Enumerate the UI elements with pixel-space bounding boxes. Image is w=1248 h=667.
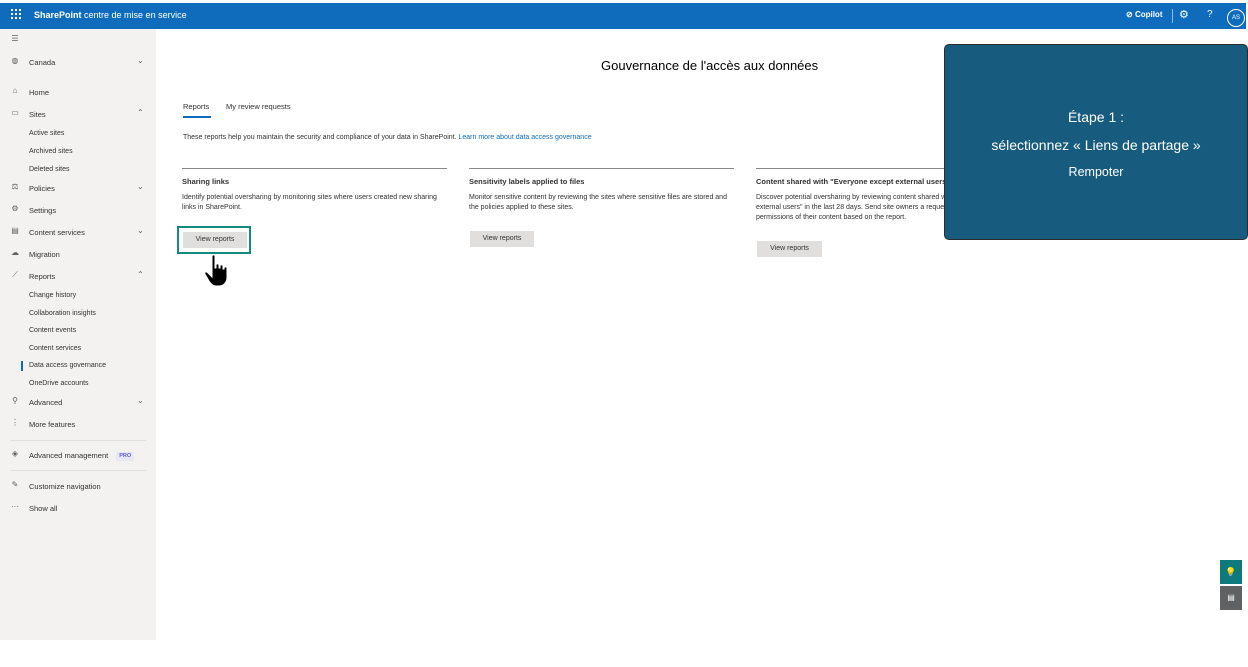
sites-icon: ▭ — [11, 108, 19, 117]
settings-icon: ⚙ — [11, 204, 19, 213]
card-description: Monitor sensitive content by reviewing t… — [469, 194, 727, 211]
advanced-icon: ⚲ — [12, 396, 18, 405]
card-divider — [182, 168, 447, 169]
sidebar-item-label: Home — [29, 88, 50, 97]
copilot-icon: ⊘ — [1126, 10, 1133, 19]
sidebar: ☰ ◍ Canada ⌄ ⌂ Home ▭ Sites ⌃ Active sit… — [0, 29, 156, 640]
card-divider — [469, 168, 734, 169]
chevron-down-icon: ⌄ — [137, 182, 144, 191]
sidebar-subitem-archived-sites[interactable]: Archived sites — [29, 148, 73, 155]
sidebar-item-label: Migration — [29, 250, 60, 259]
sidebar-subitem-deleted-sites[interactable]: Deleted sites — [29, 166, 69, 173]
learn-more-link[interactable]: Learn more about data access governance — [459, 134, 592, 141]
chart-icon: ⟋ — [12, 270, 18, 279]
copilot-button[interactable]: ⊘ Copilot — [1126, 10, 1162, 19]
pencil-icon: ✎ — [11, 480, 19, 489]
sidebar-item-label: Sites — [29, 110, 46, 119]
sidebar-item-label: Advanced management PRO — [29, 451, 135, 461]
policies-icon: ⚖ — [11, 182, 19, 191]
diamond-icon: ◈ — [11, 449, 19, 458]
sidebar-subitem-data-access-governance[interactable]: Data access governance — [29, 362, 106, 369]
sidebar-subitem-onedrive-accounts[interactable]: OneDrive accounts — [29, 380, 89, 387]
sidebar-item-more-features[interactable]: ⋮ More features — [0, 417, 156, 433]
callout-instruction: sélectionnez « Liens de partage » — [991, 137, 1201, 153]
chevron-down-icon: ⌄ — [137, 226, 144, 235]
sidebar-item-label: Show all — [29, 504, 58, 513]
copilot-label: Copilot — [1134, 10, 1163, 19]
sidebar-item-settings[interactable]: ⚙ Settings — [0, 203, 156, 219]
hand-pointer-icon — [204, 254, 230, 293]
sidebar-subitem-collaboration-insights[interactable]: Collaboration insights — [29, 310, 96, 317]
sidebar-item-label: Policies — [29, 184, 55, 193]
sidebar-item-show-all[interactable]: ··· Show all — [0, 501, 156, 517]
sidebar-item-advanced-management[interactable]: ◈ Advanced management PRO — [0, 448, 156, 464]
card-title: Sharing links — [182, 177, 230, 186]
cloud-icon: ☁ — [11, 248, 19, 257]
sidebar-subitem-content-services[interactable]: Content services — [29, 345, 81, 352]
card-description: Identify potential oversharing by monito… — [182, 194, 437, 211]
waffle-icon[interactable] — [11, 9, 21, 19]
sidebar-item-region[interactable]: ◍ Canada ⌄ — [0, 55, 156, 71]
sidebar-item-policies[interactable]: ⚖ Policies ⌄ — [0, 181, 156, 197]
card-sharing-links: Sharing links Identify potential oversha… — [182, 168, 447, 248]
feedback-lightbulb-icon[interactable]: 💡 — [1220, 560, 1242, 584]
sidebar-subitem-content-events[interactable]: Content events — [29, 327, 76, 334]
sidebar-item-advanced[interactable]: ⚲ Advanced ⌄ — [0, 395, 156, 411]
active-indicator — [21, 361, 23, 371]
content-services-icon: ▤ — [11, 226, 19, 235]
card-title: Sensitivity labels applied to files — [469, 177, 585, 186]
chat-icon[interactable]: ▤ — [1220, 586, 1242, 610]
sidebar-subitem-change-history[interactable]: Change history — [29, 292, 76, 299]
app-title[interactable]: SharePoint centre de mise en service — [34, 10, 187, 20]
more-vertical-icon: ⋮ — [11, 418, 19, 427]
sidebar-subitem-active-sites[interactable]: Active sites — [29, 130, 64, 137]
chevron-up-icon: ⌃ — [137, 270, 144, 279]
hamburger-menu[interactable]: ☰ — [0, 33, 156, 49]
intro-sentence: These reports help you maintain the secu… — [183, 134, 457, 141]
sidebar-item-content-services[interactable]: ▤ Content services ⌄ — [0, 225, 156, 241]
view-reports-button[interactable]: View reports — [757, 241, 822, 257]
sidebar-item-label: Canada — [29, 58, 56, 67]
sidebar-item-label: Customize navigation — [29, 482, 101, 491]
sidebar-item-customize-navigation[interactable]: ✎ Customize navigation — [0, 479, 156, 495]
app-title-rest: centre de mise en service — [84, 10, 187, 20]
view-reports-button[interactable]: View reports — [470, 231, 534, 247]
chevron-down-icon: ⌄ — [137, 56, 144, 65]
home-icon: ⌂ — [12, 86, 18, 95]
sidebar-item-reports[interactable]: ⟋ Reports ⌃ — [0, 269, 156, 285]
ellipsis-icon: ··· — [11, 502, 19, 511]
intro-text: These reports help you maintain the secu… — [183, 134, 592, 141]
sidebar-divider — [10, 440, 146, 441]
callout-step: Étape 1 : — [1067, 109, 1125, 125]
sidebar-item-migration[interactable]: ☁ Migration — [0, 247, 156, 263]
top-bar: SharePoint centre de mise en service ⊘ C… — [0, 3, 1246, 29]
sidebar-divider — [10, 470, 146, 471]
sidebar-item-label: Content services — [29, 228, 85, 237]
tab-active-underline — [183, 116, 211, 118]
globe-icon: ◍ — [11, 56, 19, 65]
chevron-down-icon: ⌄ — [137, 396, 144, 405]
callout-note: Rempoter — [1068, 165, 1124, 179]
hamburger-icon: ☰ — [11, 34, 19, 43]
sidebar-item-label: Settings — [29, 206, 57, 215]
sidebar-item-label: More features — [29, 420, 76, 429]
app-title-bold: SharePoint — [34, 10, 82, 20]
gear-icon[interactable]: ⚙ — [1179, 8, 1189, 21]
sidebar-item-sites[interactable]: ▭ Sites ⌃ — [0, 107, 156, 123]
sidebar-item-home[interactable]: ⌂ Home — [0, 85, 156, 101]
sidebar-item-label: Reports — [29, 272, 56, 281]
topbar-divider — [1172, 9, 1173, 23]
page-title: Gouvernance de l'accès aux données — [601, 58, 819, 73]
card-sensitivity-labels: Sensitivity labels applied to files Moni… — [469, 168, 734, 247]
help-icon[interactable]: ? — [1207, 9, 1213, 20]
chevron-up-icon: ⌃ — [137, 108, 144, 117]
tab-reports[interactable]: Reports — [183, 102, 209, 111]
avatar[interactable]: AS — [1227, 9, 1245, 27]
pro-badge: PRO — [116, 452, 135, 461]
sidebar-item-label: Advanced — [29, 398, 63, 407]
highlight-box — [177, 226, 251, 254]
instruction-callout: Étape 1 : sélectionnez « Liens de partag… — [944, 44, 1248, 240]
tab-my-review-requests[interactable]: My review requests — [226, 102, 291, 111]
advanced-management-label: Advanced management — [29, 451, 109, 460]
